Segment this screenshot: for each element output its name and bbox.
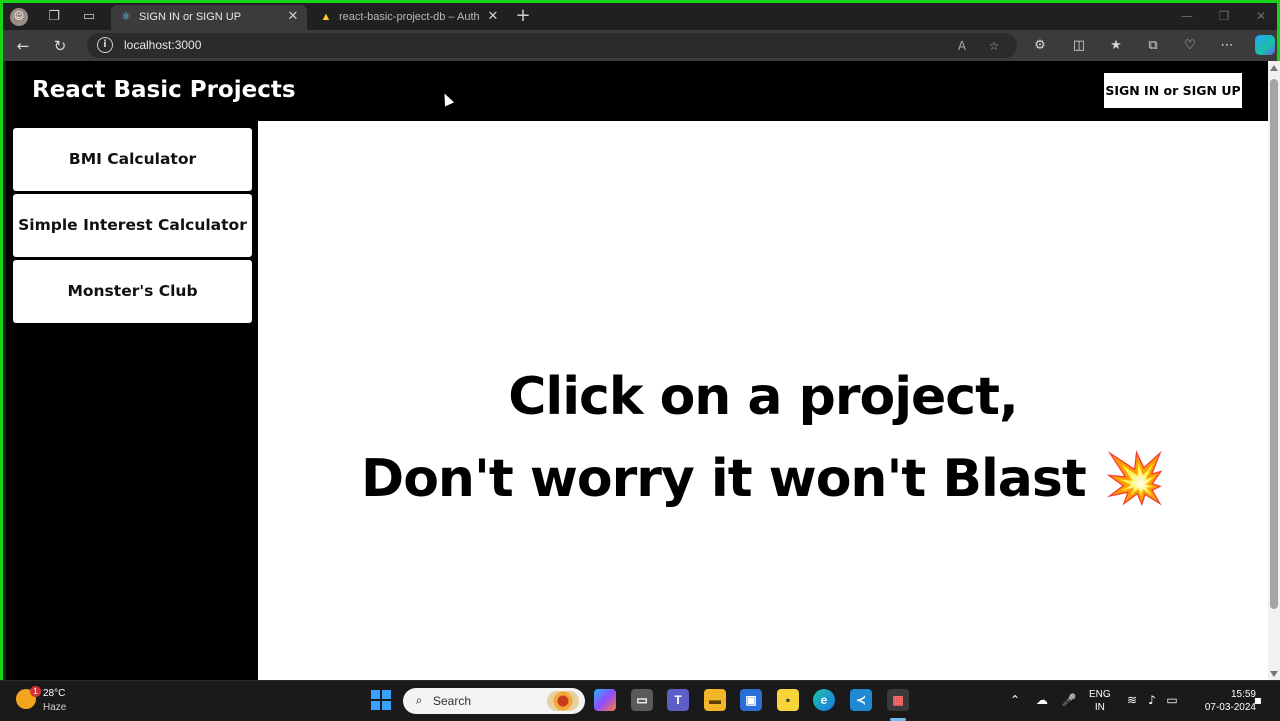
page-scrollbar[interactable] bbox=[1268, 61, 1280, 683]
workspaces-icon[interactable]: ❐ bbox=[45, 8, 63, 26]
hero-line-2: Don't worry it won't Blast 💥 bbox=[258, 438, 1268, 523]
main-content: Click on a project, Don't worry it won't… bbox=[258, 121, 1268, 683]
scroll-up-icon[interactable] bbox=[1270, 65, 1278, 71]
scroll-down-icon[interactable] bbox=[1270, 671, 1278, 677]
more-menu-icon[interactable]: ⋯ bbox=[1217, 36, 1237, 56]
wifi-icon[interactable]: ≋ bbox=[1124, 692, 1140, 708]
onedrive-icon[interactable]: ☁ bbox=[1034, 692, 1050, 708]
hero-message: Click on a project, Don't worry it won't… bbox=[258, 356, 1268, 523]
clock-date: 07-03-2024 bbox=[1204, 702, 1256, 713]
sidebar-item-monsters-club[interactable]: Monster's Club bbox=[13, 260, 252, 323]
close-window-icon[interactable]: ✕ bbox=[1249, 7, 1273, 25]
favorites-icon[interactable]: ★ bbox=[1106, 36, 1126, 56]
weather-temperature[interactable]: 28°C bbox=[43, 688, 65, 699]
tab-label: react-basic-project-db – Authent bbox=[339, 11, 479, 23]
file-explorer-icon[interactable]: ▬ bbox=[704, 689, 726, 711]
sticky-notes-icon[interactable]: ▪ bbox=[777, 689, 799, 711]
address-bar[interactable]: i localhost:3000 A ☆ bbox=[87, 33, 1017, 58]
tab-actions-icon[interactable]: ▭ bbox=[80, 8, 98, 26]
project-sidebar: BMI Calculator Simple Interest Calculato… bbox=[6, 121, 258, 683]
show-hidden-icons-icon[interactable]: ⌃ bbox=[1007, 692, 1023, 708]
close-tab-icon[interactable]: ✕ bbox=[485, 8, 501, 24]
mouse-cursor-icon bbox=[439, 91, 455, 107]
start-button-icon[interactable] bbox=[371, 690, 391, 710]
collections-icon[interactable]: ⧉ bbox=[1143, 36, 1163, 56]
tab-strip: ☺ ❐ ▭ ⚛ SIGN IN or SIGN UP ✕ ▲ react-bas… bbox=[3, 3, 1277, 30]
browser-window: ☺ ❐ ▭ ⚛ SIGN IN or SIGN UP ✕ ▲ react-bas… bbox=[0, 0, 1280, 683]
tab-signin[interactable]: ⚛ SIGN IN or SIGN UP ✕ bbox=[111, 5, 307, 30]
collision-icon: 💥 bbox=[1103, 449, 1166, 507]
sidebar-item-bmi-calculator[interactable]: BMI Calculator bbox=[13, 128, 252, 191]
web-page: React Basic Projects SIGN IN or SIGN UP … bbox=[6, 61, 1268, 683]
browser-essentials-icon[interactable]: ♡ bbox=[1180, 36, 1200, 56]
volume-icon[interactable]: ♪ bbox=[1144, 692, 1160, 708]
taskbar-search[interactable]: ⌕ Search bbox=[403, 688, 585, 714]
site-info-icon[interactable]: i bbox=[97, 37, 113, 53]
hero-line-2-text: Don't worry it won't Blast bbox=[361, 449, 1087, 509]
region-code: IN bbox=[1094, 702, 1105, 713]
signin-button[interactable]: SIGN IN or SIGN UP bbox=[1104, 73, 1242, 108]
tab-firebase[interactable]: ▲ react-basic-project-db – Authent ✕ bbox=[311, 5, 507, 30]
close-tab-icon[interactable]: ✕ bbox=[285, 8, 301, 24]
tab-label: SIGN IN or SIGN UP bbox=[139, 11, 242, 23]
edge-icon[interactable]: e bbox=[813, 689, 835, 711]
search-highlight-icon bbox=[547, 691, 579, 711]
hero-line-1: Click on a project, bbox=[508, 367, 1018, 427]
search-placeholder: Search bbox=[433, 694, 472, 708]
store-icon[interactable]: ▣ bbox=[740, 689, 762, 711]
extensions-icon[interactable]: ⚙ bbox=[1030, 36, 1050, 56]
restore-icon[interactable]: ❐ bbox=[1212, 7, 1236, 25]
favorite-star-icon[interactable]: ☆ bbox=[985, 37, 1003, 55]
teams-icon[interactable]: T bbox=[667, 689, 689, 711]
copilot-app-icon[interactable] bbox=[594, 689, 616, 711]
clock-time: 15:59 bbox=[1230, 689, 1256, 700]
site-title: React Basic Projects bbox=[32, 77, 296, 103]
task-view-icon[interactable]: ▭ bbox=[631, 689, 653, 711]
search-icon: ⌕ bbox=[415, 693, 423, 707]
url-text: localhost:3000 bbox=[124, 38, 202, 52]
split-screen-icon[interactable]: ◫ bbox=[1069, 36, 1089, 56]
react-icon: ⚛ bbox=[121, 11, 131, 23]
copilot-icon[interactable] bbox=[1255, 35, 1275, 55]
language-indicator[interactable]: ENG IN bbox=[1089, 688, 1111, 714]
language-code: ENG bbox=[1089, 689, 1111, 700]
weather-description[interactable]: Haze bbox=[43, 702, 66, 713]
profile-avatar[interactable]: ☺ bbox=[10, 8, 28, 26]
refresh-icon[interactable]: ↻ bbox=[50, 36, 70, 56]
minimize-icon[interactable]: — bbox=[1175, 7, 1199, 25]
vscode-icon[interactable]: ≺ bbox=[850, 689, 872, 711]
system-clock[interactable]: 15:59 07-03-2024 bbox=[1204, 688, 1256, 714]
sidebar-item-simple-interest-calculator[interactable]: Simple Interest Calculator bbox=[13, 194, 252, 257]
battery-icon[interactable]: ▭ bbox=[1164, 692, 1180, 708]
new-tab-button[interactable]: + bbox=[513, 6, 533, 26]
firebase-icon: ▲ bbox=[320, 11, 332, 23]
terminal-icon[interactable]: ▦ bbox=[887, 689, 909, 711]
navigation-bar: ← ↻ i localhost:3000 A ☆ ⚙ ◫ ★ ⧉ ♡ ⋯ bbox=[3, 30, 1277, 61]
taskbar: 1 28°C Haze ⌕ Search ▭ T ▬ ▣ ▪ e ≺ ▦ ⌃ ☁… bbox=[0, 680, 1280, 721]
site-header: React Basic Projects SIGN IN or SIGN UP bbox=[6, 61, 1268, 121]
notification-icon[interactable]: ▪ bbox=[1250, 692, 1266, 708]
microphone-icon[interactable]: 🎤 bbox=[1061, 692, 1077, 708]
read-aloud-icon[interactable]: A bbox=[953, 37, 971, 55]
scroll-thumb[interactable] bbox=[1270, 79, 1278, 609]
back-icon[interactable]: ← bbox=[13, 36, 33, 56]
weather-badge: 1 bbox=[30, 686, 41, 697]
